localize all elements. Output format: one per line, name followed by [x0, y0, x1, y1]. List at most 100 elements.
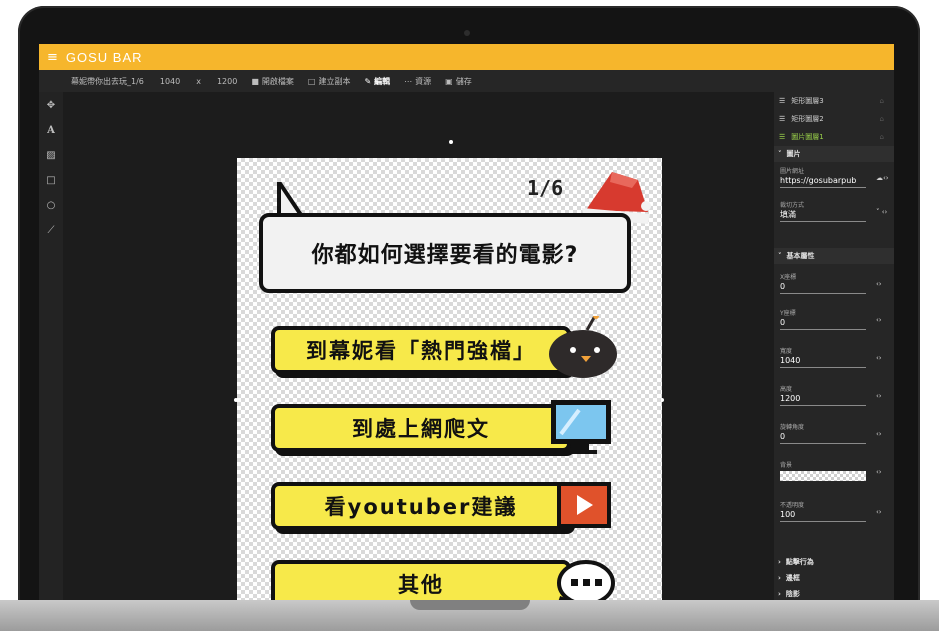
save-button[interactable]: ▣ 儲存 — [445, 76, 472, 87]
section-title: 陰影 — [785, 589, 800, 598]
option-bar[interactable]: 到幕妮看「熱門強檔」 — [271, 326, 571, 374]
field-label: 高度 — [780, 386, 793, 393]
lock-icon[interactable]: ⌂ — [880, 115, 884, 123]
pencil-icon: ✎ — [364, 76, 372, 86]
file-name[interactable]: 幕妮帶你出去玩_1/6 — [71, 76, 144, 87]
size-separator: x — [196, 76, 201, 86]
stepper-icon[interactable]: ‹› — [876, 392, 882, 400]
artboard[interactable]: 1/6 你都如何選擇要看的電影? 到幕妮看「熱門強檔」 到處上網爬文 看yout… — [237, 158, 662, 600]
section-title: 邊框 — [785, 573, 800, 582]
dots-icon: ⋯ — [404, 76, 413, 86]
option-label: 到處上網爬文 — [352, 417, 490, 441]
layer-list-icon: ☰ — [779, 132, 786, 141]
field-label: 不透明度 — [780, 502, 805, 509]
field-value[interactable]: https://gosubarpub — [780, 175, 866, 188]
field-value[interactable]: 100 — [780, 509, 866, 522]
question-bubble: 你都如何選擇要看的電影? — [259, 213, 631, 293]
layer-label: 矩形圖層2 — [791, 114, 824, 123]
chevron-down-icon: ˅ — [778, 252, 782, 260]
webcam — [464, 30, 470, 36]
option-label: 看youtuber建議 — [324, 495, 518, 519]
opacity-field[interactable]: 不透明度 100 ‹› — [780, 500, 890, 522]
option-browse-online[interactable]: 到處上網爬文 — [271, 398, 617, 456]
edit-label: 編輯 — [374, 76, 391, 86]
resources-button[interactable]: ⋯ 資源 — [404, 76, 431, 87]
image-url-field[interactable]: 圖片網址 https://gosubarpub ☁‹› — [780, 166, 890, 188]
page-counter: 1/6 — [527, 176, 564, 200]
image-section-header[interactable]: ˅ 圖片 — [774, 146, 894, 162]
tool-sidebar: ✥ A ▨ □ ○ ⟋ — [39, 92, 63, 600]
border-section[interactable]: › 邊框 — [774, 570, 894, 585]
option-bar[interactable]: 到處上網爬文 — [271, 404, 571, 452]
stepper-icon[interactable]: ‹› — [876, 430, 882, 438]
field-label: Y座標 — [780, 310, 796, 317]
click-behavior-section[interactable]: › 點擊行為 — [774, 554, 894, 569]
stepper-icon[interactable]: ‹› — [876, 508, 882, 516]
option-youtuber[interactable]: 看youtuber建議 — [271, 476, 617, 534]
text-tool-icon[interactable]: A — [39, 125, 63, 136]
layer-list-icon: ☰ — [779, 114, 786, 123]
height-field[interactable]: 高度 1200 ‹› — [780, 384, 890, 406]
y-field[interactable]: Y座標 0 ‹› — [780, 308, 890, 330]
canvas-area[interactable]: 1/6 你都如何選擇要看的電影? 到幕妮看「熱門強檔」 到處上網爬文 看yout… — [63, 92, 774, 600]
folder-icon: ■ — [251, 76, 259, 86]
hamburger-icon[interactable]: ≡ — [47, 50, 58, 65]
stepper-icon[interactable]: ‹› — [876, 354, 882, 362]
rectangle-tool-icon[interactable]: □ — [39, 175, 63, 186]
field-label: 圖片網址 — [780, 168, 805, 175]
upload-icon[interactable]: ☁‹› — [876, 174, 889, 182]
canvas-width[interactable]: 1040 — [160, 77, 180, 86]
chart-tool-icon[interactable]: ⟋ — [39, 225, 63, 236]
option-bar[interactable]: 看youtuber建議 — [271, 482, 571, 530]
open-file-label: 開啟檔案 — [261, 76, 294, 86]
section-title: 點擊行為 — [785, 557, 814, 566]
transparent-swatch[interactable] — [780, 471, 866, 481]
shadow-section[interactable]: › 陰影 — [774, 586, 894, 600]
basic-section-header[interactable]: ˅ 基本屬性 — [774, 248, 894, 264]
copy-icon: □ — [307, 76, 316, 86]
width-field[interactable]: 寬度 1040 ‹› — [780, 346, 890, 368]
properties-panel: ☰ 矩形圖層3 ⌂ ☰ 矩形圖層2 ⌂ ☰ 圖片圖層1 ⌂ ˅ 圖片 圖片網址 … — [774, 92, 894, 600]
resources-label: 資源 — [415, 76, 432, 86]
background-field[interactable]: 背景 ‹› — [780, 460, 890, 481]
app-screen: ≡ GOSU BAR 幕妮帶你出去玩_1/6 1040 x 1200 ■ 開啟檔… — [39, 44, 894, 600]
field-value[interactable]: 填滿 — [780, 209, 866, 222]
option-other[interactable]: 其他 — [271, 554, 617, 600]
edit-button[interactable]: ✎ 編輯 — [364, 76, 390, 87]
layer-label: 圖片圖層1 — [791, 132, 824, 141]
create-copy-label: 建立副本 — [318, 76, 351, 86]
layer-list-icon: ☰ — [779, 96, 786, 105]
move-icon[interactable]: ✥ — [39, 100, 63, 111]
circle-tool-icon[interactable]: ○ — [39, 200, 63, 211]
rotation-field[interactable]: 旋轉角度 0 ‹› — [780, 422, 890, 444]
field-value[interactable]: 0 — [780, 281, 866, 294]
field-label: 寬度 — [780, 348, 793, 355]
field-value[interactable]: 1200 — [780, 393, 866, 406]
option-hot-movies[interactable]: 到幕妮看「熱門強檔」 — [271, 316, 617, 378]
field-value[interactable]: 0 — [780, 317, 866, 330]
save-label: 儲存 — [455, 76, 472, 86]
open-file-button[interactable]: ■ 開啟檔案 — [251, 76, 294, 87]
layer-label: 矩形圖層3 — [791, 96, 824, 105]
dropdown-icon[interactable]: ˅ ‹› — [876, 208, 887, 216]
stepper-icon[interactable]: ‹› — [876, 280, 882, 288]
field-label: X座標 — [780, 274, 797, 281]
field-value[interactable]: 0 — [780, 431, 866, 444]
stepper-icon[interactable]: ‹› — [876, 468, 882, 476]
resize-handle-top[interactable] — [449, 140, 453, 144]
chevron-right-icon: › — [778, 589, 781, 598]
layer-rect-2[interactable]: ☰ 矩形圖層2 ⌂ — [774, 110, 894, 127]
field-value[interactable]: 1040 — [780, 355, 866, 368]
lock-icon[interactable]: ⌂ — [880, 97, 884, 105]
option-bar[interactable]: 其他 — [271, 560, 571, 600]
create-copy-button[interactable]: □ 建立副本 — [308, 76, 351, 87]
image-tool-icon[interactable]: ▨ — [39, 150, 63, 161]
canvas-height[interactable]: 1200 — [217, 77, 237, 86]
crop-mode-field[interactable]: 裁切方式 填滿 ˅ ‹› — [780, 200, 890, 222]
lock-icon[interactable]: ⌂ — [880, 133, 884, 141]
stepper-icon[interactable]: ‹› — [876, 316, 882, 324]
layer-image-1[interactable]: ☰ 圖片圖層1 ⌂ — [774, 128, 894, 145]
chevron-right-icon: › — [778, 557, 781, 566]
layer-rect-3[interactable]: ☰ 矩形圖層3 ⌂ — [774, 92, 894, 109]
x-field[interactable]: X座標 0 ‹› — [780, 272, 890, 294]
